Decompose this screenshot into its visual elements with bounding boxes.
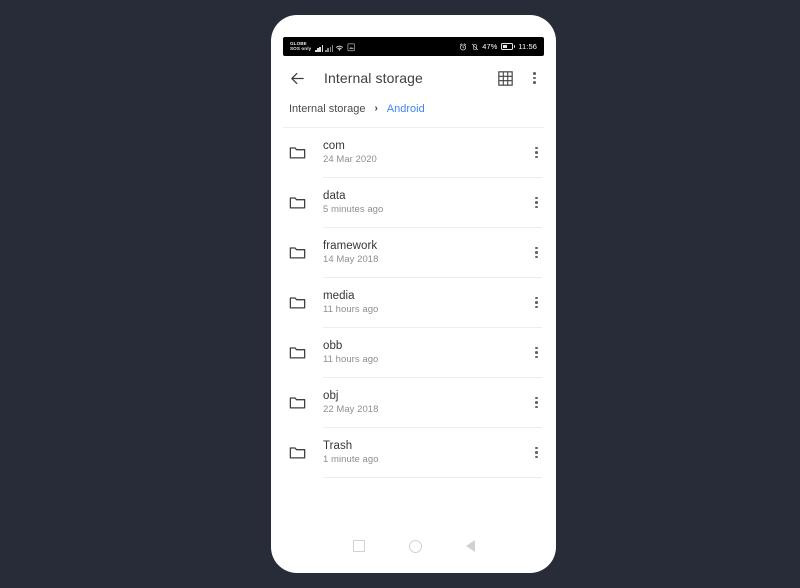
status-bar-icons xyxy=(315,41,355,53)
row-more-vertical-icon[interactable] xyxy=(531,295,542,311)
back-triangle-icon[interactable] xyxy=(465,540,475,552)
file-modified: 1 minute ago xyxy=(323,454,379,465)
file-name: com xyxy=(323,140,345,152)
carrier-label: GLOBE SOS only xyxy=(290,41,312,51)
row-more-vertical-icon[interactable] xyxy=(531,245,542,261)
status-bar: GLOBE SOS only 47% 11:56 xyxy=(283,37,544,56)
table-row[interactable]: data 5 minutes ago xyxy=(271,178,556,227)
battery-percent-label: 47% xyxy=(482,42,498,51)
table-row[interactable]: com 24 Mar 2020 xyxy=(271,128,556,177)
row-more-vertical-icon[interactable] xyxy=(531,345,542,361)
status-bar-left: GLOBE SOS only xyxy=(290,41,355,53)
table-row[interactable]: obb 11 hours ago xyxy=(271,328,556,377)
breadcrumb: Internal storage › Android xyxy=(271,100,556,127)
file-modified: 22 May 2018 xyxy=(323,404,379,415)
folder-icon xyxy=(289,145,323,160)
file-name: Trash xyxy=(323,440,353,452)
app-bar: Internal storage xyxy=(271,56,556,100)
file-info: Trash 1 minute ago xyxy=(323,440,531,465)
file-info: data 5 minutes ago xyxy=(323,190,531,215)
more-vertical-icon[interactable] xyxy=(529,70,540,86)
table-row[interactable]: Trash 1 minute ago xyxy=(271,428,556,477)
recents-square-icon[interactable] xyxy=(352,540,365,552)
file-modified: 11 hours ago xyxy=(323,304,379,315)
row-more-vertical-icon[interactable] xyxy=(531,195,542,211)
alarm-icon xyxy=(460,42,467,50)
file-name: data xyxy=(323,190,346,202)
row-more-vertical-icon[interactable] xyxy=(531,145,542,161)
file-info: com 24 Mar 2020 xyxy=(323,140,531,165)
file-list: com 24 Mar 2020 data 5 minutes ago frame… xyxy=(271,128,556,525)
signal-bars-icon xyxy=(315,44,323,52)
row-more-vertical-icon[interactable] xyxy=(531,445,542,461)
file-name: obb xyxy=(323,340,343,352)
signal-bars-secondary-icon xyxy=(325,44,333,52)
breadcrumb-root[interactable]: Internal storage xyxy=(289,103,365,115)
status-bar-clock: 11:56 xyxy=(518,42,537,51)
screenshot-icon xyxy=(347,43,355,52)
table-row[interactable]: media 11 hours ago xyxy=(271,278,556,327)
file-info: obj 22 May 2018 xyxy=(323,390,531,415)
carrier-status: SOS only xyxy=(290,45,312,51)
folder-icon xyxy=(289,245,323,260)
app-bar-actions xyxy=(498,70,540,86)
file-info: media 11 hours ago xyxy=(323,290,531,315)
back-arrow-icon[interactable] xyxy=(289,70,306,87)
wifi-icon xyxy=(336,45,344,51)
grid-view-icon[interactable] xyxy=(498,70,514,86)
phone-frame: GLOBE SOS only 47% 11:56 Internal storag… xyxy=(271,15,556,573)
row-more-vertical-icon[interactable] xyxy=(531,395,542,411)
file-info: framework 14 May 2018 xyxy=(323,240,531,265)
file-modified: 24 Mar 2020 xyxy=(323,154,377,165)
folder-icon xyxy=(289,195,323,210)
file-modified: 11 hours ago xyxy=(323,354,379,365)
row-divider xyxy=(323,477,542,478)
breadcrumb-current[interactable]: Android xyxy=(387,103,425,115)
file-name: media xyxy=(323,290,355,302)
vibrate-off-icon xyxy=(471,43,478,50)
file-modified: 5 minutes ago xyxy=(323,204,384,215)
folder-icon xyxy=(289,395,323,410)
screenshot-stage: GLOBE SOS only 47% 11:56 Internal storag… xyxy=(0,0,800,588)
battery-icon xyxy=(501,43,515,50)
status-bar-right: 47% 11:56 xyxy=(459,42,537,51)
table-row[interactable]: framework 14 May 2018 xyxy=(271,228,556,277)
table-row[interactable]: obj 22 May 2018 xyxy=(271,378,556,427)
home-circle-icon[interactable] xyxy=(408,539,422,553)
file-name: framework xyxy=(323,240,378,252)
file-modified: 14 May 2018 xyxy=(323,254,379,265)
folder-icon xyxy=(289,295,323,310)
folder-icon xyxy=(289,345,323,360)
chevron-right-icon: › xyxy=(374,103,378,114)
file-name: obj xyxy=(323,390,339,402)
android-nav-bar xyxy=(271,525,556,573)
file-info: obb 11 hours ago xyxy=(323,340,531,365)
folder-icon xyxy=(289,445,323,460)
page-title: Internal storage xyxy=(324,70,423,86)
